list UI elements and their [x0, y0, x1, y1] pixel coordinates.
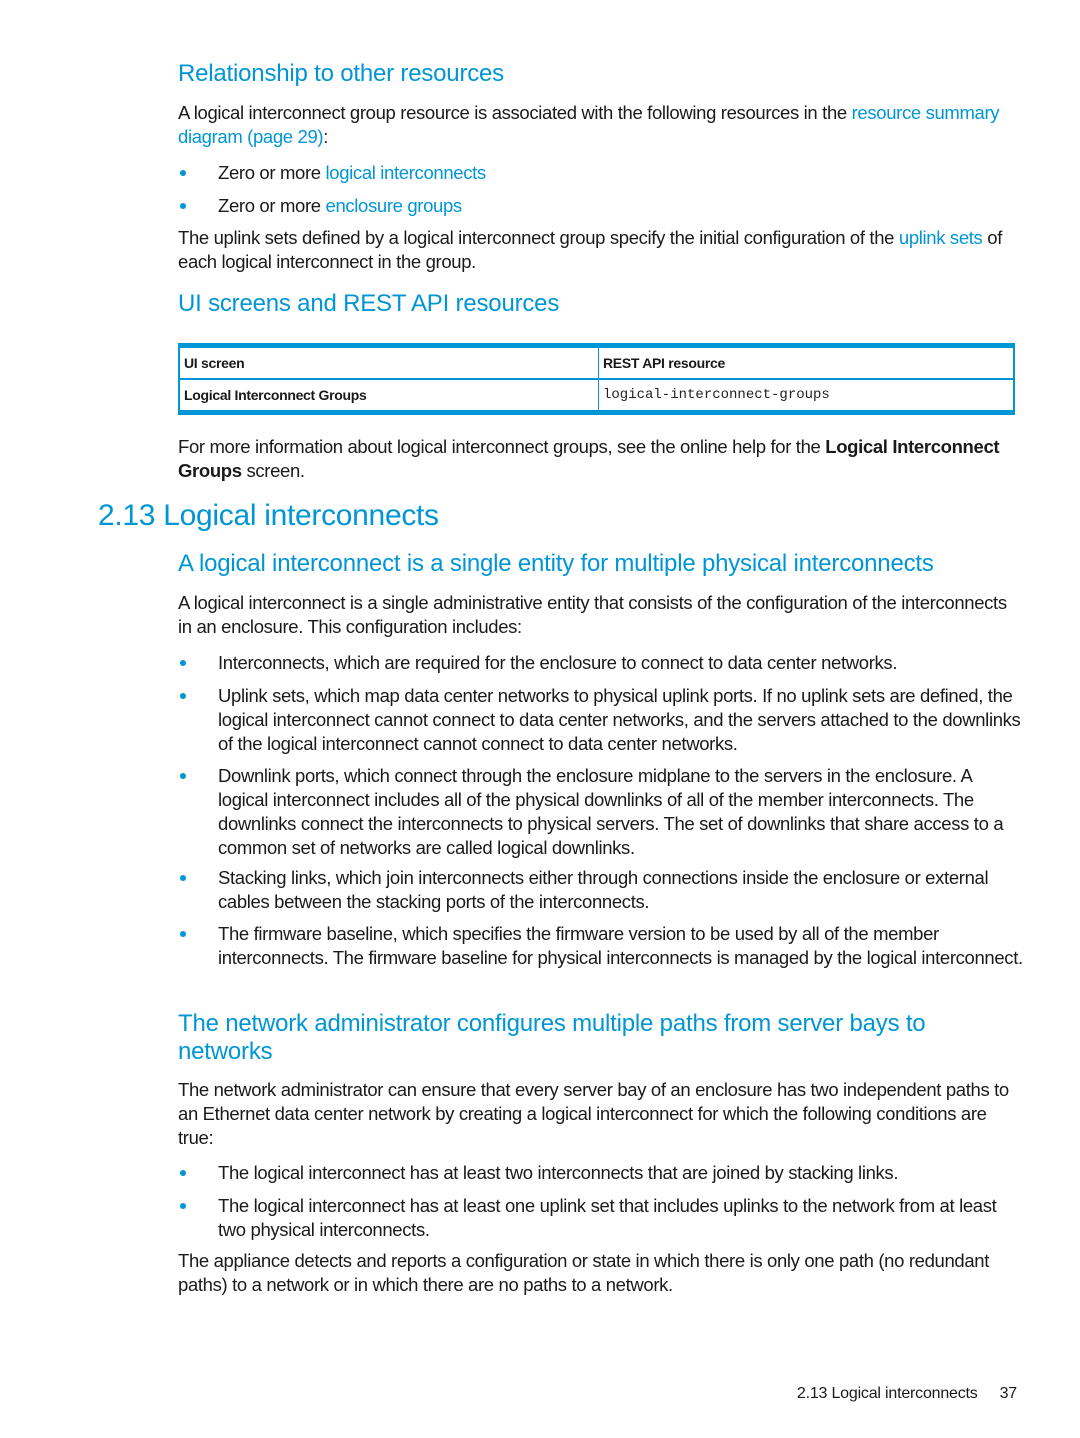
- enclosure-groups-link[interactable]: enclosure groups: [326, 195, 463, 216]
- bullet-icon: [180, 875, 186, 881]
- ui-rest-table: UI screen REST API resource Logical Inte…: [178, 343, 1015, 415]
- bullet-icon: [180, 773, 186, 779]
- list-item: The firmware baseline, which specifies t…: [178, 922, 1023, 970]
- closing-paragraph: The appliance detects and reports a conf…: [178, 1250, 990, 1295]
- heading-relationship: Relationship to other resources: [178, 60, 504, 87]
- bullet-icon: [180, 1170, 186, 1176]
- bullet-text: Uplink sets, which map data center netwo…: [218, 685, 1021, 754]
- heading-single-entity: A logical interconnect is a single entit…: [178, 550, 934, 577]
- column-header-ui-screen: UI screen: [179, 345, 599, 380]
- uplink-text: The uplink sets defined by a logical int…: [178, 227, 899, 248]
- bullet-icon: [180, 203, 186, 209]
- cell-ui-screen: Logical Interconnect Groups: [179, 379, 599, 413]
- document-page: Relationship to other resources A logica…: [0, 0, 1080, 1438]
- heading-multiple-paths: The network administrator configures mul…: [178, 1010, 926, 1065]
- bullet-icon: [180, 660, 186, 666]
- bullet-text: Downlink ports, which connect through th…: [218, 765, 1004, 858]
- list-item: Uplink sets, which map data center netwo…: [178, 684, 1023, 756]
- relationship-intro: A logical interconnect group resource is…: [178, 101, 1023, 149]
- intro-end: :: [323, 126, 329, 147]
- list-item: Zero or more enclosure groups: [178, 194, 1023, 218]
- cell-rest-resource: logical-interconnect-groups: [603, 387, 830, 403]
- page-footer: 2.13 Logical interconnects 37: [797, 1385, 1017, 1403]
- bullet-text: The firmware baseline, which specifies t…: [218, 923, 1023, 968]
- logical-interconnects-link[interactable]: logical interconnects: [326, 162, 487, 183]
- bullet-text: The logical interconnect has at least on…: [218, 1195, 997, 1240]
- single-entity-intro: A logical interconnect is a single admin…: [178, 592, 1007, 637]
- intro-text: A logical interconnect group resource is…: [178, 102, 852, 123]
- bullet-icon: [180, 170, 186, 176]
- bullet-icon: [180, 931, 186, 937]
- section-title: 2.13 Logical interconnects: [98, 499, 439, 532]
- footer-section: 2.13 Logical interconnects: [796, 1385, 978, 1402]
- list-item: Zero or more logical interconnects: [178, 161, 1023, 185]
- bullet-icon: [180, 1203, 186, 1209]
- table-header-row: UI screen REST API resource: [179, 345, 1014, 380]
- bullet-text: Stacking links, which join interconnects…: [218, 867, 989, 912]
- list-item: The logical interconnect has at least on…: [178, 1194, 1023, 1242]
- bullet-text: Interconnects, which are required for th…: [218, 652, 898, 673]
- column-header-rest-api: REST API resource: [598, 345, 1014, 380]
- more-info-text: For more information about logical inter…: [178, 436, 826, 457]
- list-item: Interconnects, which are required for th…: [178, 651, 1023, 675]
- multiple-paths-intro: The network administrator can ensure tha…: [178, 1079, 1009, 1148]
- table-row: Logical Interconnect Groups logical-inte…: [179, 379, 1014, 413]
- bullet-text: Zero or more: [218, 162, 326, 183]
- bullet-text: The logical interconnect has at least tw…: [218, 1162, 899, 1183]
- list-item: Downlink ports, which connect through th…: [178, 764, 1023, 860]
- heading-ui-rest: UI screens and REST API resources: [178, 290, 560, 317]
- list-item: The logical interconnect has at least tw…: [178, 1161, 1023, 1185]
- bullet-icon: [180, 693, 186, 699]
- bullet-text: Zero or more: [218, 195, 326, 216]
- uplink-sets-link[interactable]: uplink sets: [899, 227, 983, 248]
- more-info-end: screen.: [241, 460, 305, 481]
- page-number: 37: [999, 1385, 1018, 1402]
- more-info-paragraph: For more information about logical inter…: [178, 435, 1023, 483]
- uplink-paragraph: The uplink sets defined by a logical int…: [178, 226, 1023, 274]
- list-item: Stacking links, which join interconnects…: [178, 866, 1023, 914]
